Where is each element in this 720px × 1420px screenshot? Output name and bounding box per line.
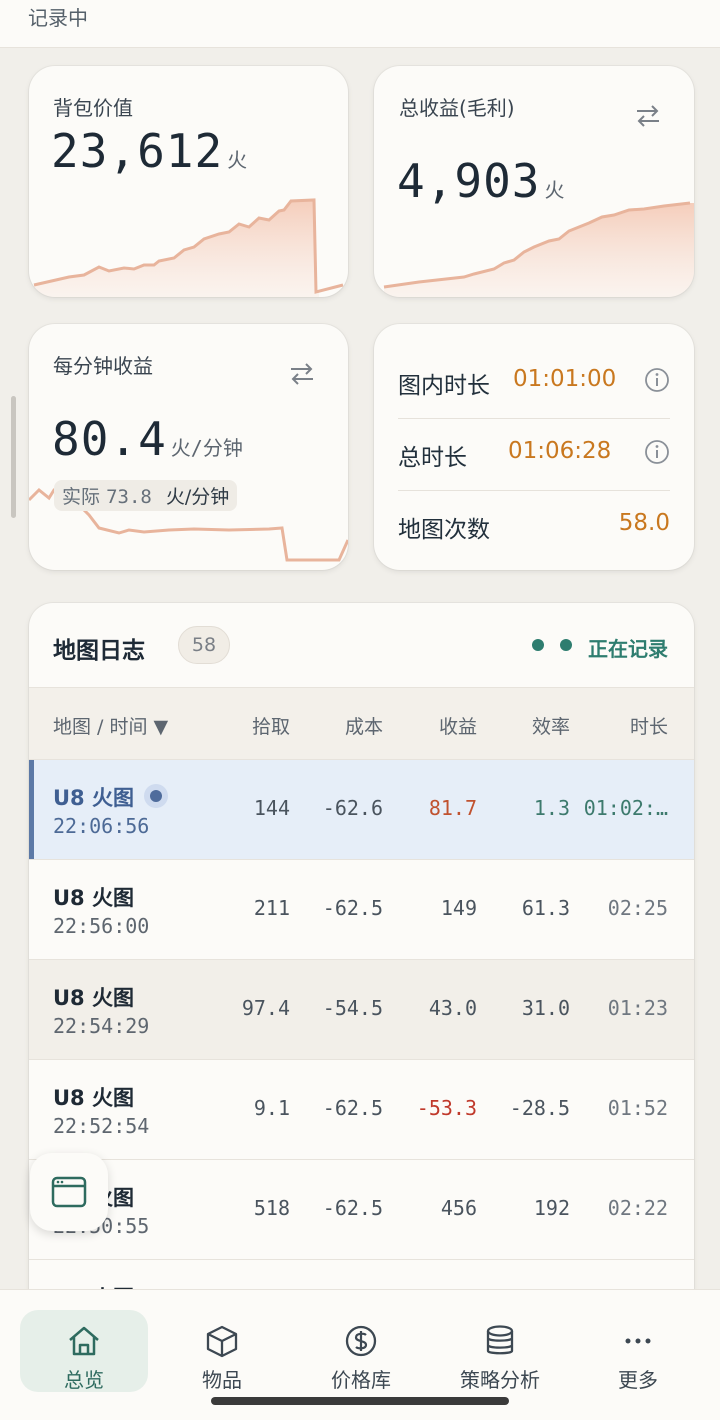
map-count-value: 58.0 [618,510,670,536]
duration-cell: 01:02:… [583,796,668,820]
efficiency-cell: 192 [533,1196,570,1220]
floating-window-button[interactable] [30,1153,108,1231]
column-profit[interactable]: 收益 [439,712,477,739]
cost-cell: -62.5 [322,1096,383,1120]
swap-icon[interactable] [633,101,663,131]
cost-cell: -62.5 [322,1196,383,1220]
table-row[interactable]: U8 火图 22:56:00 211 -62.5 149 61.3 02:25 [29,860,694,960]
map-time: 22:54:29 [53,1014,150,1038]
map-count-label: 地图次数 [398,517,490,543]
per-minute-sparkline [29,487,348,562]
map-count-badge: 58 [178,626,230,664]
table-row[interactable]: U8 火图 22:52:54 9.1 -62.5 -53.3 -28.5 01:… [29,1060,694,1160]
actual-rate-pill: 实际 73.8 火/分钟 [54,480,238,511]
swap-icon[interactable] [287,359,317,389]
table-row[interactable]: U8 火图 22:06:56 144 -62.6 81.7 1.3 01:02:… [29,760,694,860]
in-map-time-label: 图内时长 [398,373,490,399]
pickup-cell: 97.4 [241,996,290,1020]
efficiency-cell: 1.3 [533,796,570,820]
total-time-label: 总时长 [398,445,467,471]
table-row[interactable]: U8 火图 22:50:55 518 -62.5 456 192 02:22 [29,1160,694,1260]
table-header: 地图 / 时间 ▼ 拾取 成本 收益 效率 时长 [29,687,694,760]
card-label: 每分钟收益 [53,354,153,378]
map-log-card: 地图日志 58 正在记录 地图 / 时间 ▼ 拾取 成本 收益 效率 时长 U8… [29,603,694,1323]
pickup-cell: 144 [253,796,290,820]
efficiency-cell: -28.5 [509,1096,570,1120]
nav-label: 物品 [202,1368,242,1392]
dollar-icon [345,1325,377,1357]
pickup-cell: 9.1 [253,1096,290,1120]
more-icon [625,1338,651,1344]
efficiency-cell: 31.0 [521,996,570,1020]
efficiency-cell: 61.3 [521,896,570,920]
nav-more[interactable]: 更多 [574,1310,702,1392]
card-label: 总收益(毛利) [399,96,515,120]
nav-prices[interactable]: 价格库 [297,1310,425,1392]
info-icon[interactable] [644,367,670,393]
map-time: 22:06:56 [53,814,150,838]
duration-cell: 01:52 [607,1096,668,1120]
map-name: U8 火图 [53,786,134,810]
home-indicator[interactable] [211,1397,509,1405]
nav-label: 策略分析 [460,1368,540,1392]
column-duration[interactable]: 时长 [630,712,668,739]
in-map-time-row: 图内时长 01:01:00 [398,346,670,418]
recording-status: 记录中 [28,6,88,30]
nav-label: 价格库 [331,1368,391,1392]
in-map-time-value: 01:01:00 [513,366,617,392]
bag-value-card[interactable]: 背包价值 23,612 火 [29,66,348,297]
total-profit-sparkline [383,201,694,297]
duration-cell: 01:23 [607,996,668,1020]
info-icon[interactable] [644,439,670,465]
recording-dot [560,639,572,651]
column-efficiency[interactable]: 效率 [532,712,570,739]
profit-cell: 43.0 [428,996,477,1020]
recording-dot [532,639,544,651]
recording-label: 正在记录 [588,637,668,661]
map-count-row: 地图次数 58.0 [398,490,670,562]
table-row[interactable]: U8 火图 22:54:29 97.4 -54.5 43.0 31.0 01:2… [29,960,694,1060]
map-time: 22:56:00 [53,914,150,938]
total-time-row: 总时长 01:06:28 [398,418,670,490]
duration-cell: 02:25 [607,896,668,920]
status-strip: 记录中 [0,0,720,48]
map-name: U8 火图 [53,986,134,1010]
live-indicator-icon [144,784,168,808]
map-name: U8 火图 [53,1086,134,1110]
pickup-cell: 211 [253,896,290,920]
total-profit-card[interactable]: 总收益(毛利) 4,903 火 [374,66,694,297]
card-label: 背包价值 [53,96,133,120]
window-icon [51,1176,87,1208]
cost-cell: -62.5 [322,896,383,920]
map-time: 22:52:54 [53,1114,150,1138]
profit-cell: 81.7 [428,796,477,820]
profit-cell: -53.3 [416,1096,477,1120]
home-icon [69,1326,99,1356]
profit-cell: 149 [440,896,477,920]
per-minute-value: 80.4 火/分钟 [52,412,243,466]
time-stats-card: 图内时长 01:01:00 总时长 01:06:28 地图次数 58.0 [374,324,694,570]
bag-value-sparkline [33,198,344,297]
nav-overview[interactable]: 总览 [20,1310,148,1392]
scroll-indicator[interactable] [11,396,16,518]
profit-cell: 456 [440,1196,477,1220]
database-icon [486,1325,514,1355]
cost-cell: -54.5 [322,996,383,1020]
box-icon [206,1325,238,1358]
nav-items[interactable]: 物品 [158,1310,286,1392]
map-name: U8 火图 [53,886,134,910]
nav-strategy[interactable]: 策略分析 [436,1310,564,1392]
per-minute-card[interactable]: 每分钟收益 80.4 火/分钟 [29,324,348,570]
column-pickup[interactable]: 拾取 [252,712,290,739]
pickup-cell: 518 [253,1196,290,1220]
cost-cell: -62.6 [322,796,383,820]
total-time-value: 01:06:28 [508,438,612,464]
nav-label: 更多 [618,1368,658,1392]
bag-value: 23,612 火 [51,124,248,178]
map-log-title: 地图日志 [53,638,145,664]
column-map-time[interactable]: 地图 / 时间 ▼ [53,712,168,739]
duration-cell: 02:22 [607,1196,668,1220]
column-cost[interactable]: 成本 [345,712,383,739]
nav-label: 总览 [64,1368,104,1392]
